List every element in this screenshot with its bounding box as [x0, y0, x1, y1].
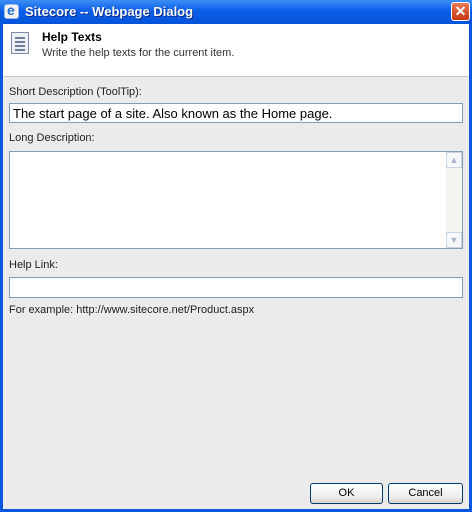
- help-link-example: For example: http://www.sitecore.net/Pro…: [9, 304, 255, 316]
- long-description-label: Long Description:: [9, 132, 95, 144]
- cancel-button[interactable]: Cancel: [388, 483, 463, 504]
- close-icon[interactable]: ✕: [451, 2, 470, 21]
- window-title: Sitecore -- Webpage Dialog: [25, 4, 194, 19]
- ok-button[interactable]: OK: [310, 483, 383, 504]
- short-description-label: Short Description (ToolTip):: [9, 86, 142, 98]
- long-description-textarea[interactable]: ▲ ▼: [9, 151, 463, 249]
- title-bar[interactable]: Sitecore -- Webpage Dialog ✕: [0, 0, 472, 24]
- dialog-header: Help Texts Write the help texts for the …: [3, 24, 469, 77]
- scroll-up-icon[interactable]: ▲: [446, 152, 462, 168]
- page-subtitle: Write the help texts for the current ite…: [42, 47, 235, 59]
- short-description-input[interactable]: The start page of a site. Also known as …: [9, 103, 463, 123]
- dialog-window: Sitecore -- Webpage Dialog ✕ Help Texts …: [0, 0, 472, 512]
- document-icon: [11, 32, 29, 54]
- ie-icon: [4, 2, 19, 19]
- scroll-down-icon[interactable]: ▼: [446, 232, 462, 248]
- help-link-label: Help Link:: [9, 259, 58, 271]
- page-title: Help Texts: [42, 30, 102, 44]
- help-link-input[interactable]: [9, 277, 463, 298]
- textarea-scrollbar[interactable]: ▲ ▼: [446, 152, 462, 248]
- dialog-body: Help Texts Write the help texts for the …: [3, 24, 469, 509]
